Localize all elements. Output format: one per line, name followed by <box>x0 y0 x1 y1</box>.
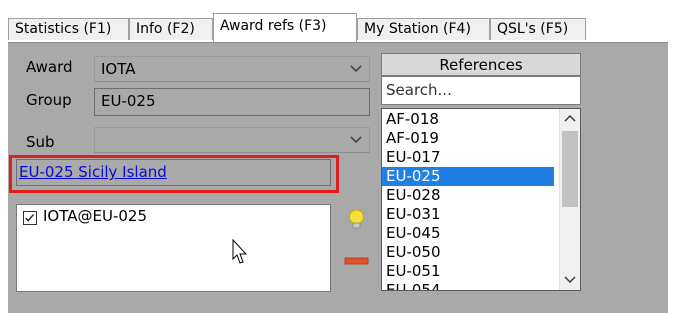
search-placeholder: Search... <box>386 81 452 99</box>
list-item[interactable]: AF-018 <box>382 110 554 129</box>
group-value: EU-025 <box>101 92 156 110</box>
list-item-label: IOTA@EU-025 <box>43 207 147 225</box>
list-item[interactable]: EU-031 <box>382 205 554 224</box>
tab-qsls[interactable]: QSL's (F5) <box>490 18 586 40</box>
award-list[interactable]: IOTA@EU-025 <box>16 204 331 292</box>
list-item[interactable]: AF-019 <box>382 129 554 148</box>
lightbulb-button[interactable] <box>343 206 370 233</box>
tab-label: QSL's (F5) <box>497 21 569 37</box>
tab-my-station[interactable]: My Station (F4) <box>357 18 490 40</box>
remove-icon <box>344 257 369 265</box>
references-list[interactable]: AF-018 AF-019 EU-017 EU-025 EU-028 EU-03… <box>381 108 581 291</box>
chevron-down-icon[interactable] <box>563 274 577 286</box>
group-field[interactable]: EU-025 <box>94 88 370 116</box>
tab-label: Statistics (F1) <box>15 21 112 37</box>
list-item[interactable]: IOTA@EU-025 <box>17 205 317 229</box>
highlight-frame <box>9 155 339 193</box>
group-label: Group <box>26 91 72 109</box>
chevron-up-icon[interactable] <box>563 112 577 124</box>
chevron-down-icon <box>350 136 362 143</box>
tab-statistics[interactable]: Statistics (F1) <box>8 18 129 40</box>
tab-strip: Statistics (F1) Info (F2) Award refs (F3… <box>0 0 676 42</box>
references-header: References <box>381 53 581 76</box>
sub-combo[interactable] <box>94 127 370 153</box>
tab-label: My Station (F4) <box>364 21 471 37</box>
list-item[interactable]: EU-051 <box>382 262 554 281</box>
list-item[interactable]: EU-050 <box>382 243 554 262</box>
list-item[interactable]: EU-028 <box>382 186 554 205</box>
chevron-down-icon <box>350 65 362 72</box>
list-item[interactable]: EU-054 <box>382 281 554 290</box>
remove-button[interactable] <box>343 249 370 271</box>
tab-info[interactable]: Info (F2) <box>129 18 213 40</box>
tab-label: Info (F2) <box>136 21 195 37</box>
lightbulb-icon <box>349 209 364 229</box>
checkmark-icon <box>25 214 34 222</box>
sub-label: Sub <box>26 133 55 151</box>
references-scrollbar[interactable] <box>559 109 580 290</box>
tab-award-refs[interactable]: Award refs (F3) <box>213 13 357 42</box>
references-items: AF-018 AF-019 EU-017 EU-025 EU-028 EU-03… <box>382 109 580 290</box>
list-item-selected[interactable]: EU-025 <box>382 167 554 186</box>
checkbox[interactable] <box>23 211 37 225</box>
tab-label: Award refs (F3) <box>220 18 327 34</box>
list-item[interactable]: EU-045 <box>382 224 554 243</box>
award-value: IOTA <box>101 60 136 78</box>
scrollbar-thumb[interactable] <box>562 131 578 207</box>
mouse-pointer-icon <box>232 239 248 264</box>
award-combo[interactable]: IOTA <box>94 56 370 82</box>
award-label: Award <box>26 58 73 76</box>
references-search-input[interactable]: Search... <box>381 76 581 105</box>
list-item[interactable]: EU-017 <box>382 148 554 167</box>
